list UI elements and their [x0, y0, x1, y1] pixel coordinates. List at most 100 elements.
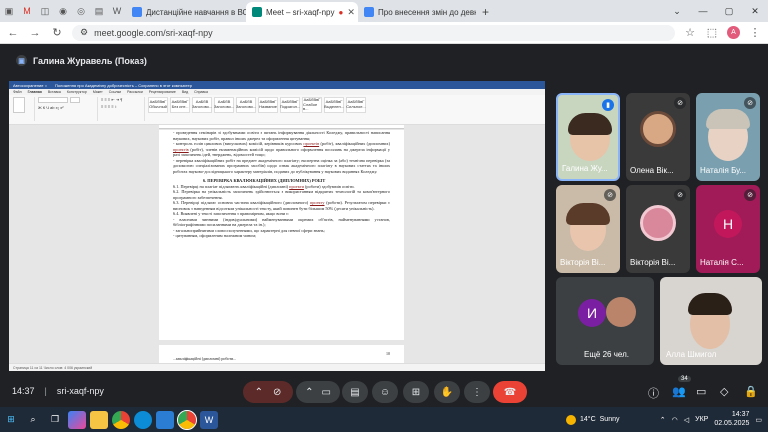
captions-button[interactable]: ▤	[342, 381, 368, 403]
participant-tile[interactable]: ⊘ Вікторія Ві...	[626, 185, 690, 273]
gmail-icon[interactable]: M	[18, 0, 36, 22]
style-tile[interactable]: АаБбВвГ Название	[258, 97, 278, 113]
file-explorer-icon[interactable]	[90, 410, 108, 429]
clock[interactable]: 14:37 02.05.2025	[714, 411, 749, 428]
participant-tile[interactable]: ⊘ Вікторія Ві...	[556, 185, 620, 273]
wifi-icon[interactable]: ◠	[672, 416, 678, 424]
chevron-up-icon[interactable]: ⌃	[305, 387, 313, 398]
style-tile[interactable]: АаБбВвГ Подзагол...	[280, 97, 300, 113]
paste-icon[interactable]	[13, 97, 25, 113]
doc-paragraph: - проведення семінарів зі здобувачами ос…	[173, 130, 390, 141]
style-tile[interactable]: АаБбВвГ Сильное...	[346, 97, 366, 113]
new-tab-button[interactable]: +	[476, 2, 495, 22]
participant-name: Вікторія Ві...	[560, 258, 606, 267]
participant-tile[interactable]: ▮ Галина Жу...	[556, 93, 620, 181]
ribbon-tab[interactable]: Вставка	[48, 90, 61, 94]
tab-pinned-1[interactable]: ▣	[0, 0, 18, 22]
style-tile[interactable]: АаБбВвГ Обычный	[148, 97, 168, 113]
chat-icon[interactable]: ▭	[696, 385, 706, 398]
close-window-icon[interactable]: ✕	[742, 0, 768, 22]
tab-search-icon[interactable]: ⌄	[664, 0, 690, 22]
extensions-icon[interactable]: ⬚	[705, 26, 719, 39]
raise-hand-button[interactable]: ✋	[434, 381, 460, 403]
ribbon-tab[interactable]: Справка	[194, 90, 208, 94]
weather-widget[interactable]: 14°C Sunny	[566, 407, 620, 432]
store-icon[interactable]	[156, 410, 174, 429]
present-button[interactable]: ⊞	[403, 381, 429, 403]
maximize-icon[interactable]: ▢	[716, 0, 742, 22]
participant-tile[interactable]: ⊘ Олена Вік...	[626, 93, 690, 181]
tab-pinned-7[interactable]: W	[108, 0, 126, 22]
tab-distance-learning[interactable]: Дистанційне навчання в ВСП ✕	[126, 2, 246, 22]
ribbon-tab[interactable]: Рецензирование	[149, 90, 176, 94]
notifications-icon[interactable]: ▭	[755, 416, 762, 424]
style-tile[interactable]: АаБбВ Заголово...	[214, 97, 234, 113]
ribbon-tab[interactable]: Вид	[182, 90, 188, 94]
chevron-up-icon[interactable]: ⌃	[660, 416, 666, 424]
ribbon-tab[interactable]: Рассылки	[127, 90, 143, 94]
hang-up-icon: ☎	[503, 386, 517, 398]
windows-start-icon[interactable]: ⊞	[2, 411, 20, 429]
more-options-button[interactable]: ⋮	[464, 381, 490, 403]
ribbon-tab[interactable]: Главная	[28, 90, 42, 94]
emoji-icon: ☺	[379, 386, 391, 398]
task-view-icon[interactable]: ❐	[46, 411, 64, 429]
font-format-buttons[interactable]: Ж К Ч ab x₂ x²	[38, 105, 64, 110]
presenter-name: Галина Журавель (Показ)	[33, 55, 147, 66]
word-icon[interactable]: W	[200, 410, 218, 429]
language-indicator[interactable]: УКР	[695, 416, 708, 423]
people-icon[interactable]: 👥	[672, 385, 686, 398]
edge-icon[interactable]	[134, 410, 152, 429]
document-page[interactable]: - проведення семінарів зі здобувачами ос…	[159, 130, 404, 340]
align-buttons[interactable]: ≡ ≡ ≡ ≡ ↕	[101, 104, 117, 109]
bookmark-star-icon[interactable]: ☆	[683, 26, 697, 39]
participant-tile[interactable]: ⊘ Наталія Бу...	[696, 93, 760, 181]
tab-pinned-3[interactable]: ◫	[36, 0, 54, 22]
menu-icon[interactable]: ⋮	[748, 26, 762, 39]
more-participants-tile[interactable]: И Ещё 26 чел.	[556, 277, 654, 365]
list-buttons[interactable]: ≡ ≡ ≡ ⇤ ⇥ ¶	[101, 97, 122, 102]
back-icon[interactable]: ←	[6, 27, 20, 39]
style-tile[interactable]: АаБбВ Заголово...	[192, 97, 212, 113]
mic-toggle-button[interactable]: ⌃ ⊘	[243, 381, 293, 403]
style-tile[interactable]: АаБбВ Заголово...	[236, 97, 256, 113]
recording-dot-icon: ●	[338, 7, 344, 17]
copilot-icon[interactable]	[68, 410, 86, 429]
leave-call-button[interactable]: ☎	[493, 381, 527, 403]
ribbon-tab[interactable]: Конструктор	[67, 90, 87, 94]
participant-avatar	[606, 297, 636, 327]
reload-icon[interactable]: ↻	[50, 26, 64, 39]
close-icon[interactable]: ✕	[347, 7, 355, 18]
ribbon-tab[interactable]: Файл	[13, 90, 22, 94]
search-icon[interactable]: ⌕	[24, 411, 42, 429]
tab-pinned-5[interactable]: ◎	[72, 0, 90, 22]
tab-amendments[interactable]: Про внесення змін до девки ✕	[358, 2, 476, 22]
style-tile[interactable]: АаБбВвГ Без инт...	[170, 97, 190, 113]
speaker-icon[interactable]: ◁	[684, 416, 689, 424]
font-name-box[interactable]	[38, 97, 68, 103]
participant-tile[interactable]: Н ⊘ Наталія С...	[696, 185, 760, 273]
chrome-icon[interactable]	[112, 410, 130, 429]
camera-toggle-button[interactable]: ⌃ ▭	[296, 381, 340, 403]
forward-icon[interactable]: →	[28, 27, 42, 39]
style-tile[interactable]: АаБбВвГ Слабое в...	[302, 97, 322, 113]
activities-icon[interactable]: ◇	[720, 385, 728, 398]
tab-pinned-4[interactable]: ◉	[54, 0, 72, 22]
chevron-up-icon[interactable]: ⌃	[255, 387, 263, 398]
font-size-box[interactable]	[70, 97, 80, 103]
profile-avatar[interactable]: A	[727, 26, 740, 39]
ribbon-tab[interactable]: Ссылки	[109, 90, 121, 94]
emoji-button[interactable]: ☺	[372, 381, 398, 403]
ribbon-tab[interactable]: Макет	[93, 90, 103, 94]
style-tile[interactable]: АаБбВвГ Выделен...	[324, 97, 344, 113]
tab-pinned-6[interactable]: ▤	[90, 0, 108, 22]
tab-meet[interactable]: Meet – sri-xaqf-npy ● ✕	[246, 2, 358, 22]
host-controls-icon[interactable]: 🔒	[744, 385, 758, 398]
minimize-icon[interactable]: —	[690, 0, 716, 22]
address-bar[interactable]: ⚙ meet.google.com/sri-xaqf-npy	[72, 24, 675, 41]
participant-tile[interactable]: Алла Шмигол	[660, 277, 762, 365]
system-tray: ⌃ ◠ ◁ УКР 14:37 02.05.2025 ▭	[660, 407, 762, 432]
chrome-active-icon[interactable]	[177, 409, 197, 430]
info-icon[interactable]: ⓘ	[648, 385, 659, 401]
site-info-icon[interactable]: ⚙	[80, 27, 88, 38]
